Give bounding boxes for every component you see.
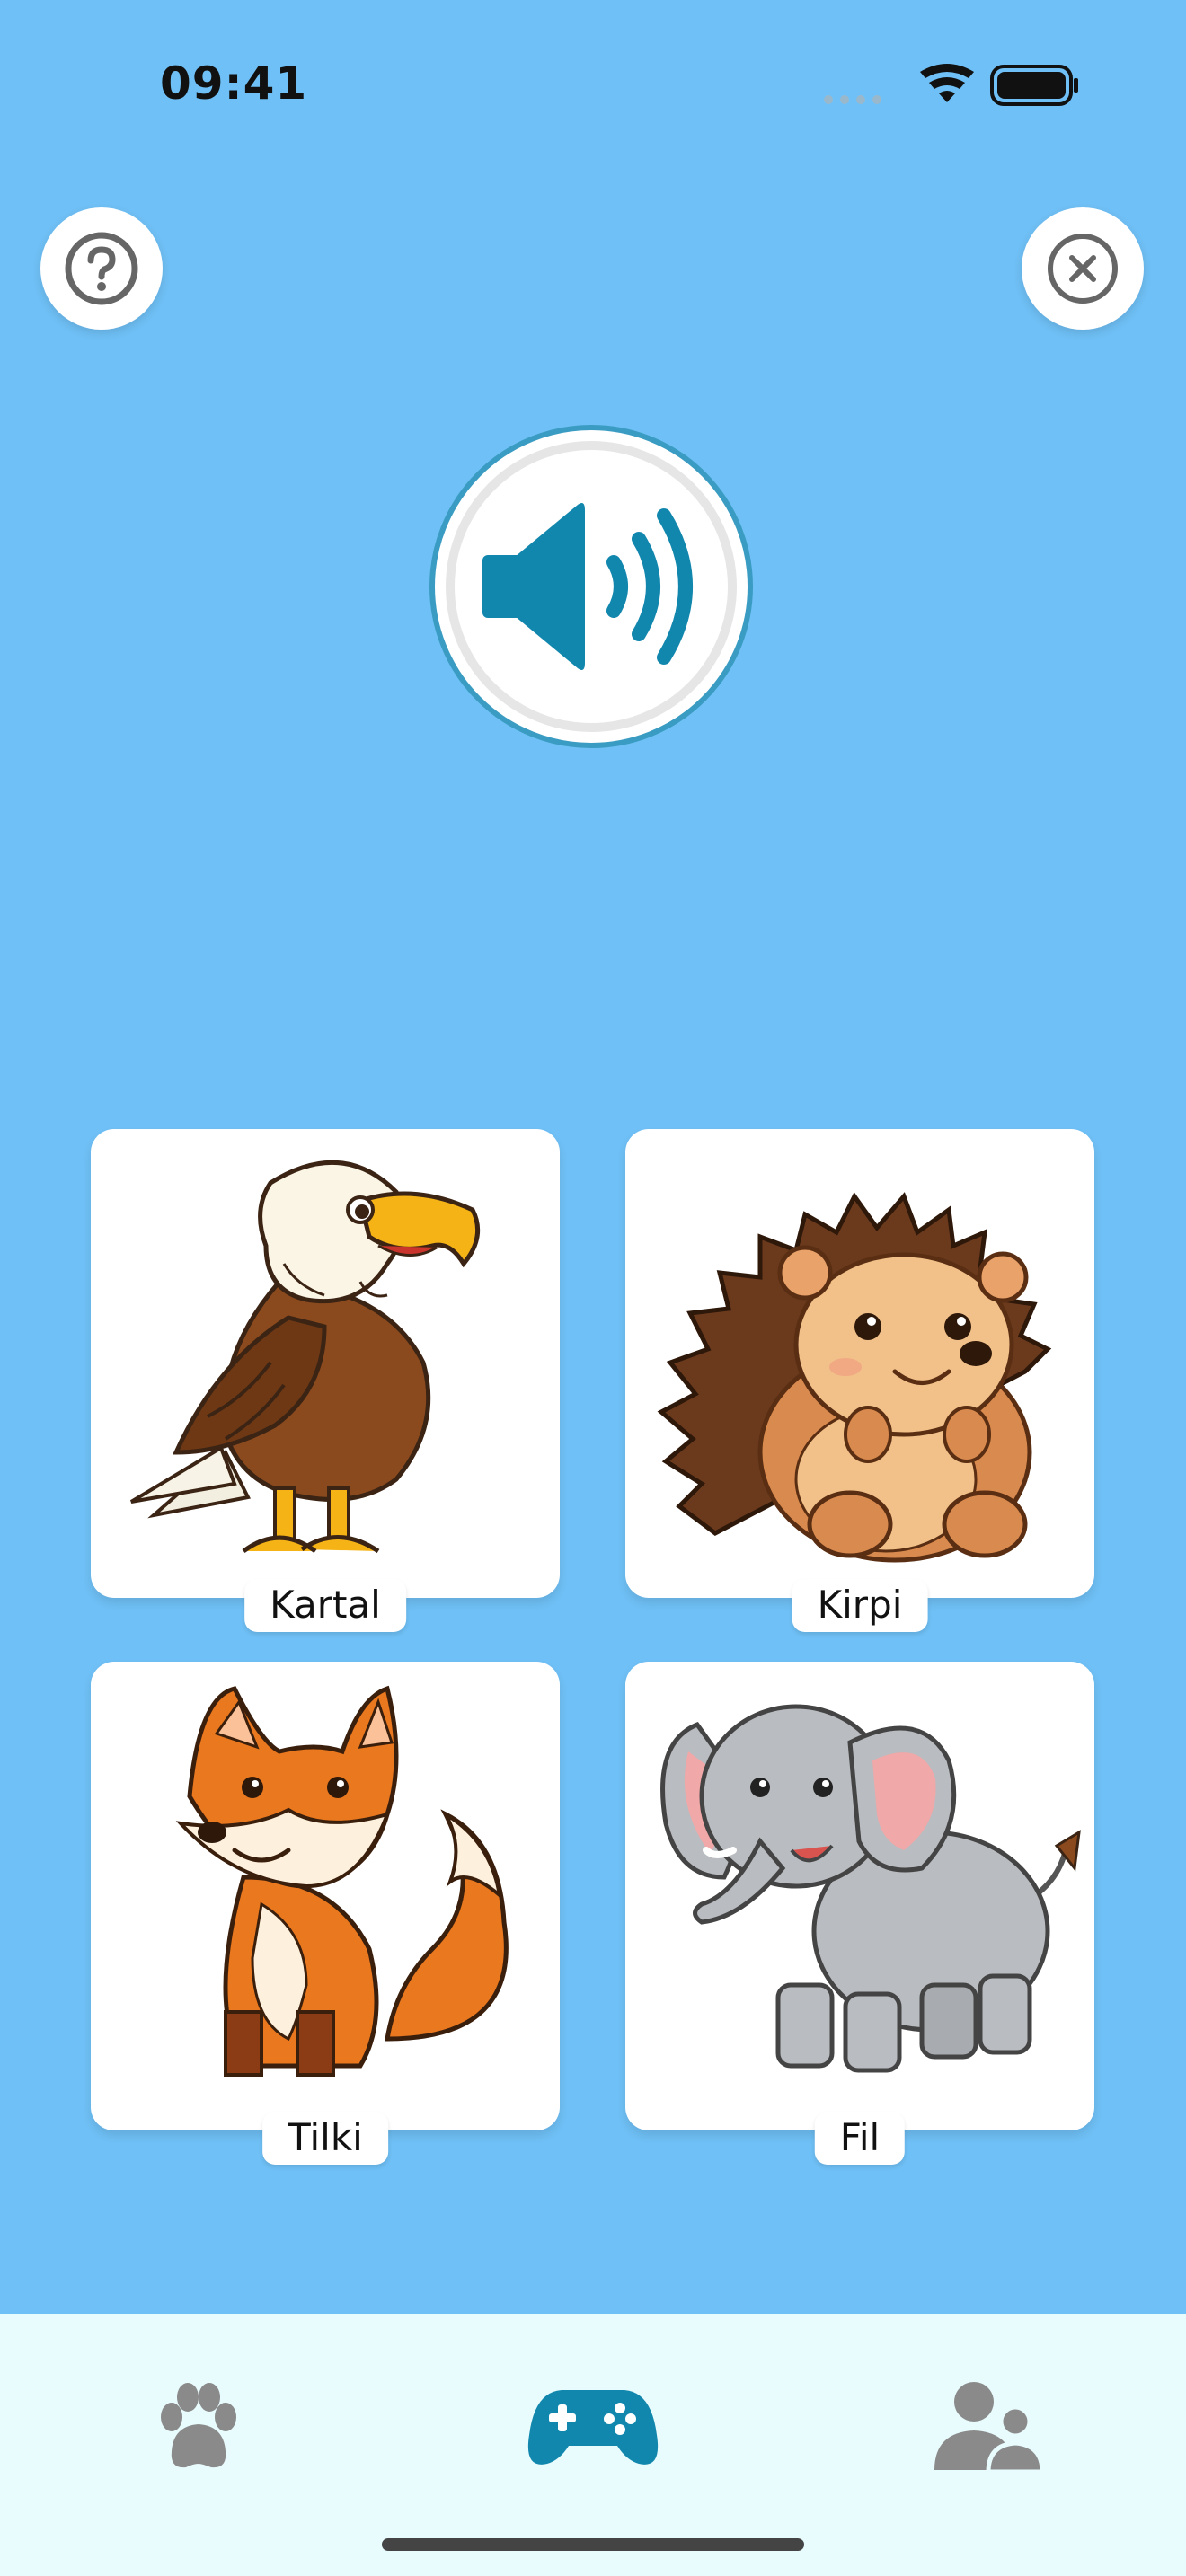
hedgehog-illustration: [657, 1192, 1052, 1563]
animal-card-hedgehog[interactable]: Kirpi: [625, 1129, 1094, 1632]
card-label: Kirpi: [792, 1579, 928, 1632]
animal-card-elephant[interactable]: Fil: [625, 1662, 1094, 2165]
fox-illustration: [175, 1685, 509, 2077]
tab-profile[interactable]: [898, 2359, 1078, 2493]
card-label: Kartal: [244, 1579, 406, 1632]
speaker-volume-icon: [482, 503, 693, 670]
animal-card-fox[interactable]: Tilki: [91, 1662, 560, 2165]
play-sound-button[interactable]: [429, 425, 753, 748]
signal-wifi-battery-icon: [824, 64, 1078, 106]
status-icons: [819, 63, 1080, 108]
tab-games[interactable]: [503, 2359, 683, 2493]
tab-bar: [0, 2314, 1186, 2576]
tab-animals[interactable]: [109, 2359, 288, 2493]
elephant-illustration: [660, 1704, 1081, 2073]
status-bar: 09:41: [0, 0, 1186, 180]
x-circle-icon: [1048, 234, 1118, 304]
eagle-illustration: [129, 1160, 481, 1554]
animal-card-eagle[interactable]: Kartal: [91, 1129, 560, 1632]
card-label: Fil: [814, 2112, 906, 2165]
speaker-ring: [446, 441, 737, 732]
paw-icon: [161, 2383, 236, 2468]
home-indicator: [382, 2538, 804, 2551]
help-button[interactable]: [40, 207, 163, 330]
gamepad-icon: [527, 2390, 659, 2465]
users-icon: [934, 2382, 1044, 2475]
question-circle-icon: [65, 232, 138, 305]
card-label: Tilki: [262, 2112, 388, 2165]
close-button[interactable]: [1022, 207, 1144, 330]
status-time: 09:41: [160, 57, 308, 110]
